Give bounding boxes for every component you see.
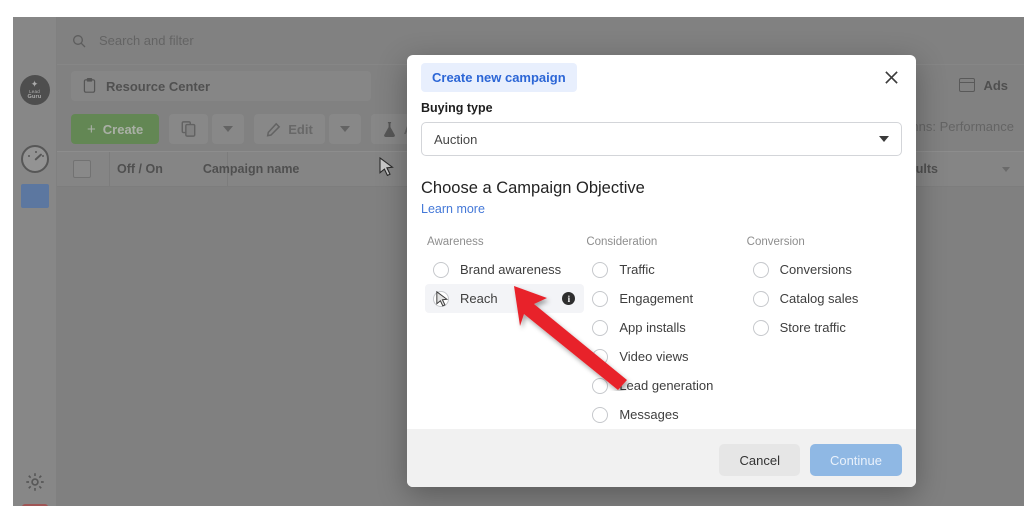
create-label: Create (102, 121, 144, 137)
edit-dropdown-button[interactable] (328, 114, 361, 144)
objective-label: Conversions (779, 262, 852, 277)
objective-option-reach[interactable]: Reach i (425, 284, 585, 313)
select-all-checkbox[interactable] (73, 160, 91, 178)
radio-lead-generation[interactable] (592, 377, 609, 394)
lead-guru-logo: ✦ Lead Guru (19, 75, 50, 105)
plus-icon: + (87, 120, 96, 138)
objective-label: Store traffic (779, 320, 846, 335)
hamburger-menu-icon[interactable] (23, 33, 47, 51)
dialog-body: Buying type Auction Choose a Campaign Ob… (407, 99, 916, 429)
cancel-button[interactable]: Cancel (719, 444, 800, 476)
column-header-off-on[interactable]: Off / On (117, 162, 163, 176)
objective-label: Brand awareness (460, 262, 562, 277)
radio-brand-awareness[interactable] (433, 261, 449, 278)
dialog-header: Create new campaign (407, 55, 916, 99)
duplicate-icon (181, 121, 196, 137)
columns-performance-label[interactable]: mns: Performance (908, 119, 1014, 134)
objective-label: Video views (619, 349, 689, 364)
objective-option-video-views[interactable]: Video views (584, 342, 744, 371)
buying-type-value: Auction (434, 131, 478, 147)
chevron-down-icon[interactable] (1002, 166, 1010, 172)
screenshot-root: ✦ Lead Guru 11 (0, 0, 1024, 506)
column-title-conversion: Conversion (746, 236, 805, 248)
chevron-down-icon (339, 126, 350, 132)
objective-column-awareness: Awareness Brand awareness Reach i (425, 236, 585, 429)
objective-option-messages[interactable]: Messages (584, 400, 744, 429)
objective-label: Lead generation (619, 378, 714, 393)
learn-more-link[interactable]: Learn more (421, 202, 902, 216)
gauge-icon[interactable] (20, 145, 49, 173)
objective-option-brand-awareness[interactable]: Brand awareness (425, 255, 584, 284)
chevron-down-icon (879, 136, 889, 142)
objective-columns: Awareness Brand awareness Reach i Consid… (421, 236, 902, 429)
column-title-awareness: Awareness (427, 236, 484, 248)
buying-type-select[interactable]: Auction (421, 122, 902, 156)
duplicate-button[interactable] (169, 114, 209, 144)
continue-button[interactable]: Continue (809, 444, 902, 476)
radio-messages[interactable] (592, 406, 609, 423)
chevron-down-icon (223, 126, 234, 132)
ads-button[interactable]: Ads (951, 71, 1016, 99)
objective-label: App installs (619, 320, 686, 335)
resource-center-label: Resource Center (106, 78, 211, 94)
radio-video-views[interactable] (592, 348, 609, 365)
buying-type-label: Buying type (421, 101, 493, 115)
dialog-tab-create-new-campaign[interactable]: Create new campaign (421, 62, 577, 92)
objective-label: Reach (460, 291, 498, 306)
objective-label: Engagement (619, 291, 694, 306)
objective-label: Messages (619, 407, 679, 422)
gear-icon[interactable] (24, 471, 46, 493)
objective-option-engagement[interactable]: Engagement (584, 284, 744, 313)
info-icon[interactable]: i (562, 292, 576, 305)
radio-engagement[interactable] (592, 290, 609, 307)
dialog-footer: Cancel Continue (407, 429, 916, 487)
logo-line-2: Guru (27, 93, 42, 100)
flask-icon (382, 121, 397, 138)
ads-label: Ads (983, 77, 1008, 93)
objective-heading: Choose a Campaign Objective (421, 179, 645, 197)
edit-button[interactable]: Edit (254, 114, 325, 144)
objective-option-traffic[interactable]: Traffic (584, 255, 744, 284)
mouse-cursor (379, 157, 395, 178)
resource-center-button[interactable]: Resource Center (71, 71, 371, 101)
objective-column-conversion: Conversion Conversions Catalog sales Sto… (745, 236, 902, 429)
radio-store-traffic[interactable] (752, 319, 769, 336)
clipboard-icon (82, 78, 97, 94)
search-input[interactable]: Search and filter (71, 26, 1010, 56)
grid-icon[interactable] (20, 184, 49, 208)
create-campaign-dialog: Create new campaign Buying type Auction … (407, 55, 916, 487)
radio-app-installs[interactable] (592, 319, 609, 336)
radio-catalog-sales[interactable] (752, 290, 769, 307)
window-icon (959, 78, 976, 92)
column-header-campaign-name[interactable]: Campaign name (203, 162, 300, 176)
objective-label: Traffic (619, 262, 655, 277)
close-icon[interactable] (880, 66, 902, 88)
logo-mark: ✦ (30, 79, 39, 89)
objective-label: Catalog sales (779, 291, 859, 306)
radio-conversions[interactable] (752, 261, 769, 278)
objective-option-catalog-sales[interactable]: Catalog sales (745, 284, 902, 313)
edit-label: Edit (288, 121, 313, 137)
objective-option-conversions[interactable]: Conversions (745, 255, 902, 284)
search-icon (73, 34, 86, 47)
create-button[interactable]: + Create (71, 114, 160, 144)
duplicate-dropdown-button[interactable] (212, 114, 245, 144)
search-placeholder: Search and filter (99, 33, 194, 48)
left-sidebar: ✦ Lead Guru 11 (13, 17, 57, 506)
pencil-icon (266, 122, 281, 137)
radio-traffic[interactable] (592, 261, 609, 278)
column-title-consideration: Consideration (586, 236, 658, 248)
objective-option-store-traffic[interactable]: Store traffic (745, 313, 902, 342)
mouse-cursor (436, 291, 449, 308)
objective-column-consideration: Consideration Traffic Engagement App ins… (584, 236, 744, 429)
objective-option-app-installs[interactable]: App installs (584, 313, 744, 342)
objective-option-lead-generation[interactable]: Lead generation (584, 371, 744, 400)
